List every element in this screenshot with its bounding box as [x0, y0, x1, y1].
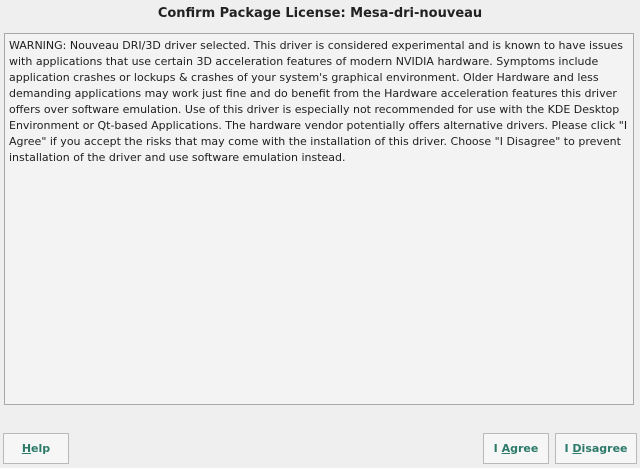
disagree-button-mnemonic: D — [572, 442, 582, 455]
help-button-mnemonic: H — [21, 442, 32, 455]
license-text: WARNING: Nouveau DRI/3D driver selected.… — [9, 39, 628, 164]
agree-button[interactable]: I Agree — [483, 433, 549, 464]
agree-button-mnemonic: A — [501, 442, 511, 455]
disagree-button-label-prefix: I — [564, 442, 573, 455]
dialog-title: Confirm Package License: Mesa-dri-nouvea… — [157, 6, 483, 21]
help-button[interactable]: Help — [3, 433, 69, 464]
disagree-button-label-suffix: isagree — [581, 442, 628, 455]
agree-button-label-suffix: gree — [510, 442, 539, 455]
agree-button-label-prefix: I — [493, 442, 502, 455]
help-button-label-suffix: elp — [31, 442, 51, 455]
disagree-button[interactable]: I Disagree — [555, 433, 637, 464]
license-text-area[interactable]: WARNING: Nouveau DRI/3D driver selected.… — [4, 33, 634, 405]
